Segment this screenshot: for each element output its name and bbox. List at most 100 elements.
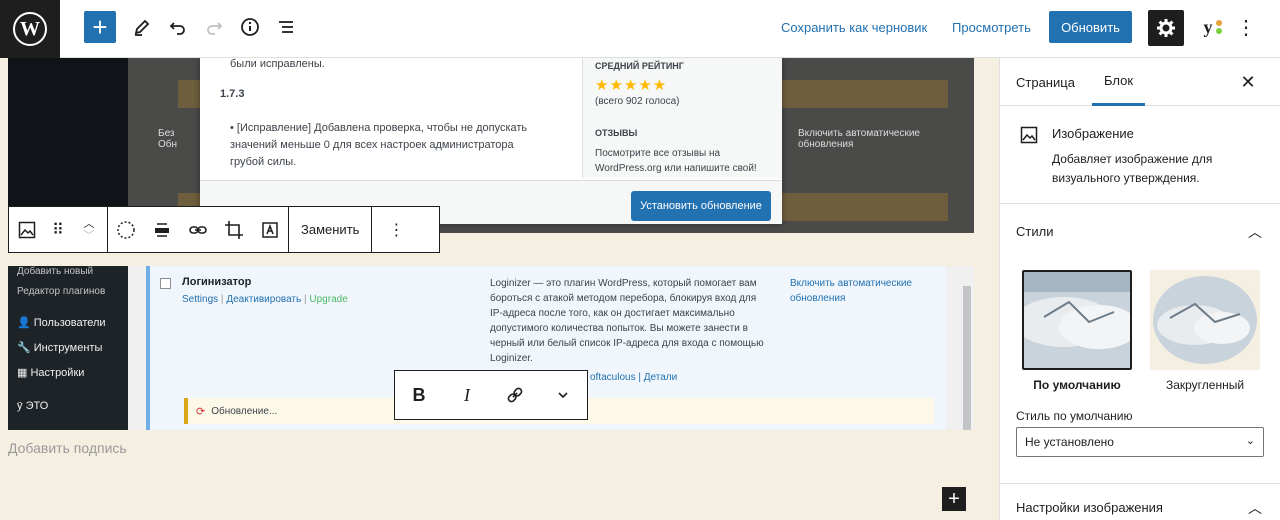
text-over-image-icon [262, 221, 278, 238]
plus-icon: + [948, 487, 960, 510]
details-button[interactable] [234, 11, 266, 43]
link-button[interactable] [180, 207, 216, 253]
scrollbar-image [963, 286, 971, 430]
wordpress-logo-button[interactable]: W [0, 0, 60, 58]
style-preview-default [1024, 272, 1130, 368]
undo-icon [169, 22, 185, 35]
plus-icon: + [92, 11, 108, 42]
toolbar-group-tools [108, 207, 289, 252]
update-icon: ⟳ [196, 405, 206, 418]
changelog-version: 1.7.3 [220, 88, 245, 100]
style-rounded-option[interactable] [1150, 270, 1260, 370]
style-preview-rounded [1153, 276, 1257, 364]
editor-canvas: Без Обн Включить автоматические обновлени… [0, 58, 999, 520]
close-icon: ✕ [1240, 71, 1256, 92]
chevron-up-icon[interactable]: ︿ [1248, 222, 1262, 242]
chevron-down-icon: ⌄ [1245, 435, 1255, 447]
plugin-meta: oftaculous | Детали [590, 372, 678, 383]
menu-item: 🔧 Инструменты [17, 342, 103, 354]
admin-sidebar-image: Добавить новый Редактор плагинов 👤 Польз… [8, 266, 128, 430]
crop-icon [225, 220, 243, 239]
users-icon: 👤 [17, 317, 31, 329]
duotone-icon [117, 220, 135, 239]
bold-button[interactable]: B [395, 371, 443, 419]
caption-format-toolbar: B I [394, 370, 588, 420]
align-center-icon [155, 222, 169, 237]
yoast-icon: y [1203, 16, 1213, 37]
toolbar-group-more: ⋮ [372, 207, 420, 252]
chevron-down-icon [558, 392, 568, 399]
drag-handle-icon: ⠿ [52, 221, 64, 239]
info-icon [241, 18, 259, 36]
preview-button[interactable]: Просмотреть [952, 11, 1031, 43]
settings-button[interactable] [1148, 10, 1184, 46]
tools-button[interactable] [126, 11, 158, 43]
style-rounded-label: Закругленный [1165, 378, 1245, 392]
menu-item: Редактор плагинов [17, 286, 106, 297]
italic-button[interactable]: I [443, 371, 491, 419]
plugin-row-short-label: Без Обн [158, 128, 178, 150]
close-sidebar-button[interactable]: ✕ [1236, 70, 1260, 94]
star-rating-icon: ★★★★★ [595, 77, 668, 94]
inserter-button[interactable]: + [942, 487, 966, 511]
duotone-button[interactable] [108, 207, 144, 253]
list-view-icon [279, 21, 293, 33]
replace-button[interactable]: Заменить [289, 207, 371, 253]
save-draft-button[interactable]: Сохранить как черновик [781, 11, 927, 43]
reviews-heading: ОТЗЫВЫ [595, 128, 638, 138]
default-style-select[interactable]: Не установлено ⌄ [1016, 427, 1264, 457]
more-formats-button[interactable] [539, 371, 587, 419]
tab-page[interactable]: Страница [1016, 58, 1075, 106]
menu-item: ȳ ЭТО [17, 400, 49, 412]
plugin-update-dialog: были исправлены. 1.7.3 • [Исправление] Д… [200, 58, 782, 224]
tab-block[interactable]: Блок [1092, 58, 1146, 106]
redo-button[interactable] [198, 11, 230, 43]
toolbar-group-block: ⠿ ︿ ﹀ [9, 207, 108, 252]
update-button[interactable]: Обновить [1049, 11, 1132, 43]
auto-update-link-image: Включить автоматические обновления [790, 278, 912, 304]
style-default-option[interactable] [1022, 270, 1132, 370]
link-icon [507, 387, 523, 403]
image-block-toolbar: ⠿ ︿ ﹀ Заменить ⋮ [8, 206, 440, 253]
gear-icon [1157, 19, 1175, 37]
block-card: Изображение Добавляет изображение для ви… [1000, 106, 1280, 204]
block-options-button[interactable]: ⋮ [372, 207, 420, 253]
auto-update-link-image: Включить автоматические обновления [798, 128, 920, 150]
more-vertical-icon: ⋮ [388, 221, 405, 239]
menu-item: 👤 Пользователи [17, 317, 106, 329]
changelog-column: были исправлены. 1.7.3 • [Исправление] Д… [200, 58, 582, 178]
default-style-label: Стиль по умолчанию [1016, 409, 1133, 423]
link-icon [189, 225, 207, 234]
redo-icon [207, 22, 223, 35]
rating-heading: СРЕДНИЙ РЕЙТИНГ [595, 61, 684, 71]
align-button[interactable] [144, 207, 180, 253]
pencil-icon [134, 19, 150, 36]
settings-icon: ▦ [17, 367, 28, 379]
crop-button[interactable] [216, 207, 252, 253]
toolbar-group-replace: Заменить [289, 207, 373, 253]
undo-button[interactable] [162, 11, 194, 43]
image-settings-panel-toggle[interactable]: Настройки изображения [1016, 500, 1266, 515]
image-block-type-button[interactable] [9, 207, 45, 253]
block-title: Изображение [1052, 126, 1134, 141]
text-over-image-button[interactable] [252, 207, 288, 253]
caption-input[interactable]: Добавить подпись [8, 440, 127, 456]
plugin-actions: Settings | Деактивировать | Upgrade [182, 294, 348, 305]
move-block-buttons[interactable]: ︿ ﹀ [71, 207, 107, 253]
add-block-button[interactable]: + [84, 11, 116, 43]
chevron-down-icon[interactable]: ﹀ [84, 230, 95, 242]
image-icon [18, 221, 36, 238]
options-menu-button[interactable]: ⋮ [1232, 11, 1260, 43]
list-view-button[interactable] [270, 11, 302, 43]
changelog-text: были исправлены. [230, 58, 325, 70]
more-vertical-icon: ⋮ [1236, 16, 1256, 39]
caption-link-button[interactable] [491, 371, 539, 419]
bold-icon: B [412, 384, 426, 405]
drag-handle[interactable]: ⠿ [45, 207, 71, 253]
chevron-up-icon[interactable]: ︿ [84, 218, 95, 230]
styles-panel-toggle[interactable]: Стили [1016, 224, 1266, 239]
editor-header: W + Сохранить как черновик Просмотреть О… [0, 0, 1280, 58]
chevron-up-icon[interactable]: ︿ [1248, 498, 1262, 518]
panel-divider [1000, 483, 1280, 484]
italic-icon: I [464, 384, 470, 405]
